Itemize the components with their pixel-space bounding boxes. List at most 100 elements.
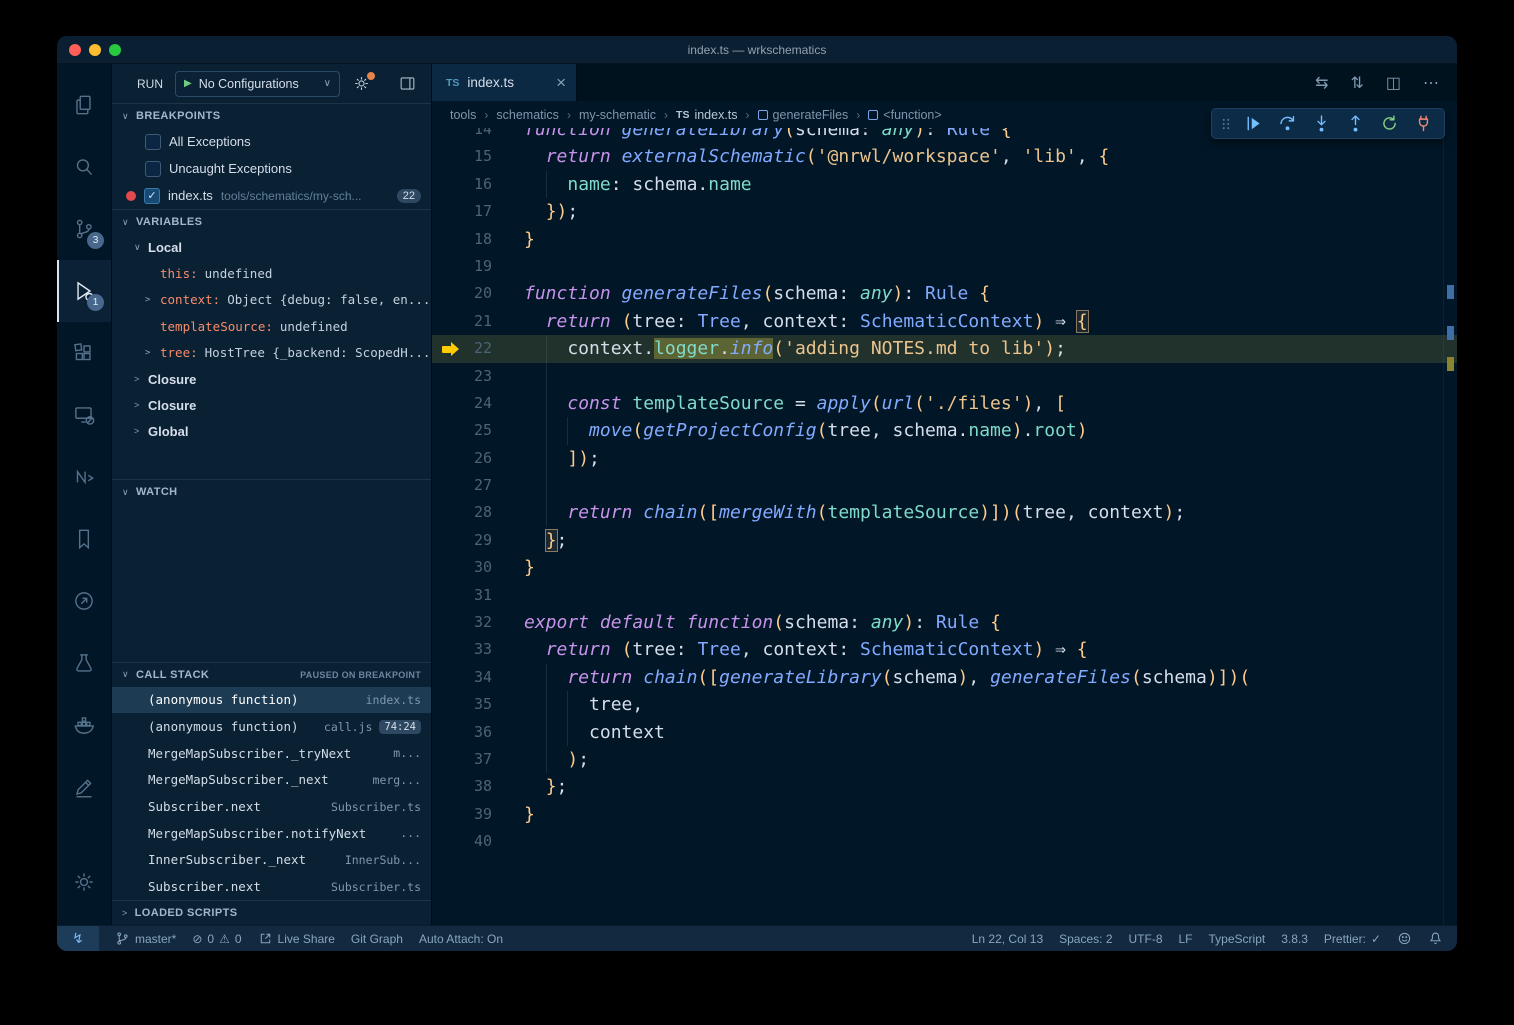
checkbox-unchecked[interactable] [145,161,161,177]
code-line-24[interactable]: 24 const templateSource = apply(url('./f… [432,390,1457,417]
watch-section-header[interactable]: ∨ WATCH [112,479,431,504]
call-stack-frame[interactable]: InnerSubscriber._nextInnerSub... [112,847,431,874]
code-line-38[interactable]: 38 }; [432,773,1457,800]
line-number[interactable]: 39 [432,801,492,828]
configure-gear-button[interactable] [352,74,371,93]
variable-row[interactable]: >context:Object {debug: false, en... [112,287,431,314]
prettier-status[interactable]: Prettier: ✓ [1324,932,1381,946]
tab-index-ts[interactable]: TS index.ts × [432,64,577,101]
close-window-button[interactable] [69,44,81,56]
problems-status[interactable]: ⊘ 0 ⚠ 0 [192,932,241,946]
code-line-30[interactable]: 30} [432,554,1457,581]
feedback-button[interactable] [1397,931,1412,946]
variable-row[interactable]: templateSource:undefined [112,313,431,340]
code-line-23[interactable]: 23 [432,363,1457,390]
breadcrumb-item-index-ts[interactable]: TS index.ts [676,108,738,122]
breadcrumb-item-schematics[interactable]: schematics [496,108,559,122]
step-into-button[interactable] [1304,109,1338,138]
line-number[interactable]: 30 [432,554,492,581]
code-line-22[interactable]: 22 context.logger.info('adding NOTES.md … [432,335,1457,362]
code-line-19[interactable]: 19 [432,253,1457,280]
scope-closure[interactable]: >Closure [112,366,431,392]
split-editor-icon[interactable]: ◫ [1386,73,1401,93]
activity-search[interactable] [57,136,111,198]
line-number[interactable]: 33 [432,636,492,663]
continue-button[interactable] [1236,109,1270,138]
line-number[interactable]: 29 [432,527,492,554]
call-stack-frame[interactable]: Subscriber.nextSubscriber.ts [112,873,431,900]
activity-settings[interactable] [57,851,111,913]
line-number[interactable]: 38 [432,773,492,800]
variables-section-header[interactable]: ∨ VARIABLES [112,209,431,234]
overview-ruler[interactable] [1443,101,1457,925]
compare-changes-icon[interactable]: ⇅ [1350,73,1363,93]
breadcrumb-item-function[interactable]: <function> [868,108,941,122]
encoding-status[interactable]: UTF-8 [1129,932,1163,946]
drag-handle-icon[interactable] [1216,115,1236,133]
code-line-16[interactable]: 16 name: schema.name [432,171,1457,198]
breadcrumb-item-generateFiles[interactable]: generateFiles [758,108,849,122]
activity-explorer[interactable] [57,74,111,136]
code-line-40[interactable]: 40 [432,828,1457,855]
git-branch-status[interactable]: master* [115,931,176,946]
call-stack-frame[interactable]: (anonymous function)index.ts [112,687,431,714]
call-stack-frame[interactable]: Subscriber.nextSubscriber.ts [112,793,431,820]
remote-indicator[interactable]: ↯ [57,926,99,951]
activity-extensions[interactable] [57,322,111,384]
activity-notes[interactable] [57,756,111,818]
code-line-20[interactable]: 20function generateFiles(schema: any): R… [432,280,1457,307]
git-graph-status[interactable]: Git Graph [351,932,403,946]
line-number[interactable]: 17 [432,198,492,225]
auto-attach-status[interactable]: Auto Attach: On [419,932,503,946]
live-share-status[interactable]: Live Share [258,931,335,946]
breakpoint-uncaught-exceptions[interactable]: Uncaught Exceptions [112,155,431,182]
line-number[interactable]: 16 [432,171,492,198]
line-number[interactable]: 32 [432,609,492,636]
line-number[interactable]: 36 [432,719,492,746]
code-line-15[interactable]: 15 return externalSchematic('@nrwl/works… [432,143,1457,170]
code-line-18[interactable]: 18} [432,226,1457,253]
close-tab-icon[interactable]: × [556,74,566,91]
launch-config-dropdown[interactable]: ▶ No Configurations ∨ [175,71,340,97]
restart-button[interactable] [1372,109,1406,138]
code-line-33[interactable]: 33 return (tree: Tree, context: Schemati… [432,636,1457,663]
code-line-28[interactable]: 28 return chain([mergeWith(templateSourc… [432,499,1457,526]
activity-docker[interactable] [57,694,111,756]
code-line-34[interactable]: 34 return chain([generateLibrary(schema)… [432,664,1457,691]
line-number[interactable]: 35 [432,691,492,718]
activity-source-control[interactable]: 3 [57,198,111,260]
variable-row[interactable]: this:undefined [112,260,431,287]
line-number[interactable]: 40 [432,828,492,855]
code-line-31[interactable]: 31 [432,582,1457,609]
breadcrumb-item-my-schematic[interactable]: my-schematic [579,108,656,122]
call-stack-frame[interactable]: MergeMapSubscriber.notifyNext... [112,820,431,847]
checkbox-unchecked[interactable] [145,134,161,150]
code-line-37[interactable]: 37 ); [432,746,1457,773]
code-line-32[interactable]: 32export default function(schema: any): … [432,609,1457,636]
cursor-position-status[interactable]: Ln 22, Col 13 [972,932,1043,946]
line-number[interactable]: 21 [432,308,492,335]
activity-run-debug[interactable]: 1 [57,260,111,322]
indentation-status[interactable]: Spaces: 2 [1059,932,1112,946]
code-line-39[interactable]: 39} [432,801,1457,828]
chevron-right-icon[interactable]: > [145,295,150,305]
code-line-26[interactable]: 26 ]); [432,445,1457,472]
step-out-button[interactable] [1338,109,1372,138]
call-stack-frame[interactable]: MergeMapSubscriber._tryNextm... [112,740,431,767]
eol-status[interactable]: LF [1179,932,1193,946]
code-line-36[interactable]: 36 context [432,719,1457,746]
breadcrumb-item-tools[interactable]: tools [450,108,476,122]
line-number[interactable]: 18 [432,226,492,253]
line-number[interactable]: 20 [432,280,492,307]
activity-nx-console[interactable] [57,446,111,508]
code-line-25[interactable]: 25 move(getProjectConfig(tree, schema.na… [432,417,1457,444]
checkbox-checked[interactable]: ✓ [144,188,160,204]
scope-closure[interactable]: >Closure [112,392,431,418]
call-stack-frame[interactable]: MergeMapSubscriber._nextmerg... [112,767,431,794]
line-number[interactable]: 15 [432,143,492,170]
scope-local[interactable]: ∨ Local [112,234,431,260]
line-number[interactable]: 37 [432,746,492,773]
code-line-17[interactable]: 17 }); [432,198,1457,225]
scope-global[interactable]: >Global [112,418,431,444]
breakpoint-index-ts[interactable]: ✓ index.ts tools/schematics/my-sch... 22 [112,182,431,209]
